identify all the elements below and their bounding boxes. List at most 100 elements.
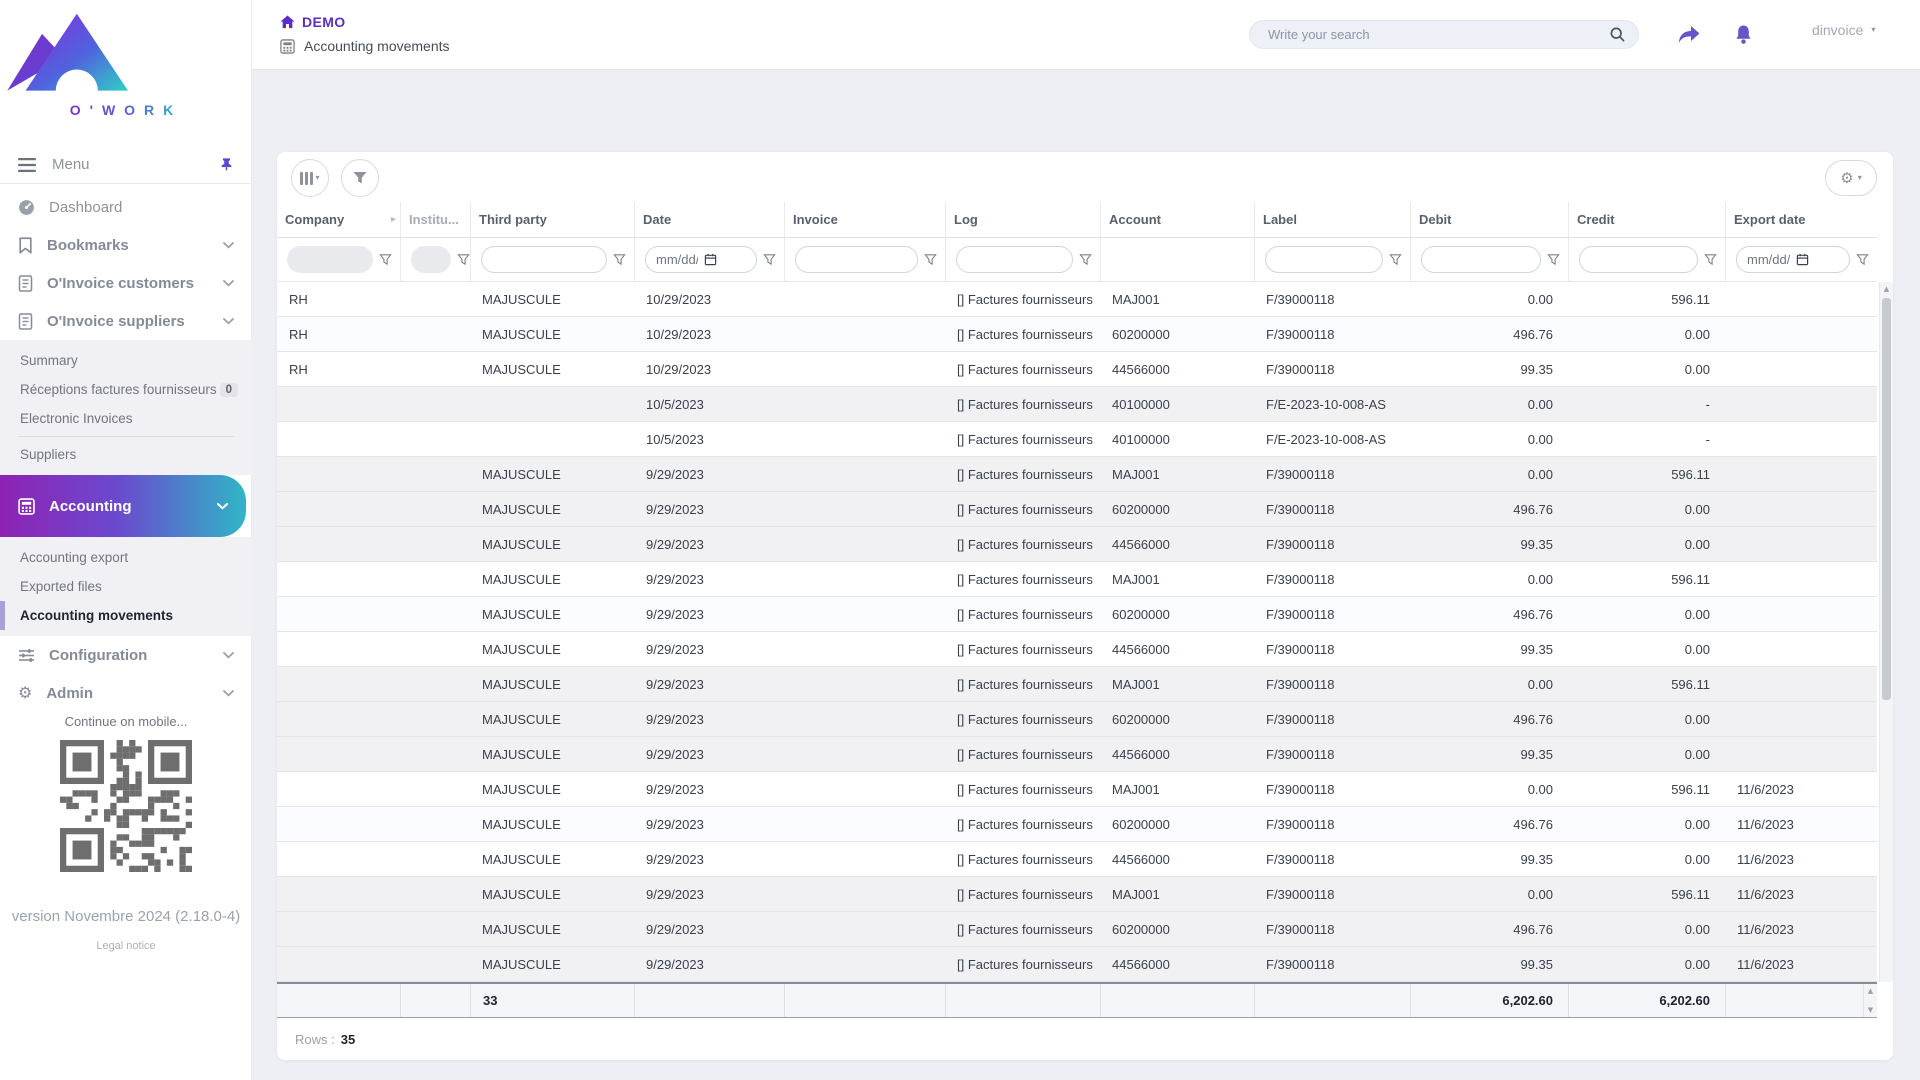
col-header-export-date[interactable]: Export date (1725, 202, 1877, 237)
table-row[interactable]: MAJUSCULE 9/29/2023 [] Factures fourniss… (277, 772, 1877, 807)
table-row[interactable]: MAJUSCULE 9/29/2023 [] Factures fourniss… (277, 877, 1877, 912)
col-header-log[interactable]: Log (945, 202, 1100, 237)
sidebar-item-suppliers[interactable]: Suppliers (0, 440, 252, 469)
table-row[interactable]: MAJUSCULE 9/29/2023 [] Factures fourniss… (277, 457, 1877, 492)
table-row[interactable]: MAJUSCULE 9/29/2023 [] Factures fourniss… (277, 632, 1877, 667)
label-filter-input[interactable] (1276, 252, 1372, 267)
brand-name: O'WORK (70, 102, 183, 118)
calendar-icon[interactable] (1796, 253, 1839, 266)
funnel-icon[interactable] (763, 253, 776, 266)
search-input[interactable] (1268, 27, 1609, 42)
sidebar-item-receptions[interactable]: Réceptions factures fournisseurs 0 (0, 375, 252, 404)
table-row[interactable]: RH MAJUSCULE 10/29/2023 [] Factures four… (277, 352, 1877, 387)
cell-company (277, 387, 400, 421)
table-row[interactable]: MAJUSCULE 9/29/2023 [] Factures fourniss… (277, 842, 1877, 877)
table-row[interactable]: MAJUSCULE 9/29/2023 [] Factures fourniss… (277, 597, 1877, 632)
notifications-button[interactable] (1726, 18, 1760, 52)
scroll-up-icon[interactable]: ▲ (1864, 987, 1877, 995)
search-icon[interactable] (1609, 26, 1626, 43)
funnel-icon[interactable] (457, 253, 470, 266)
legal-notice-link[interactable]: Legal notice (0, 940, 252, 952)
debit-filter-input[interactable] (1432, 252, 1530, 267)
home-link[interactable]: DEMO (280, 12, 450, 32)
table-settings-button[interactable]: ⚙ ▾ (1825, 160, 1877, 196)
cell-export-date (1725, 352, 1877, 386)
table-row[interactable]: MAJUSCULE 9/29/2023 [] Factures fourniss… (277, 667, 1877, 702)
chevron-down-icon (223, 318, 234, 325)
col-header-date[interactable]: Date (634, 202, 784, 237)
sidebar-item-summary[interactable]: Summary (0, 346, 252, 375)
scrollbar-thumb[interactable] (1882, 298, 1891, 700)
sidebar-item-exported-files[interactable]: Exported files (0, 572, 252, 601)
table-row[interactable]: MAJUSCULE 9/29/2023 [] Factures fourniss… (277, 562, 1877, 597)
sidebar-item-admin[interactable]: ⚙ Admin (0, 674, 252, 712)
cell-invoice (784, 667, 945, 701)
table-row[interactable]: 10/5/2023 [] Factures fournisseurs 40100… (277, 422, 1877, 457)
funnel-icon[interactable] (1547, 253, 1560, 266)
col-header-label[interactable]: Label (1254, 202, 1410, 237)
footer-scrollbar[interactable]: ▲ ▼ (1863, 984, 1877, 1017)
sliders-icon (18, 648, 35, 663)
sidebar-item-dashboard[interactable]: Dashboard (0, 188, 252, 226)
funnel-icon[interactable] (1704, 253, 1717, 266)
table-row[interactable]: MAJUSCULE 9/29/2023 [] Factures fourniss… (277, 737, 1877, 772)
col-header-company[interactable]: Company ▸ (277, 202, 400, 237)
table-row[interactable]: MAJUSCULE 9/29/2023 [] Factures fourniss… (277, 527, 1877, 562)
vertical-scrollbar[interactable]: ▲ (1879, 282, 1893, 982)
cell-invoice (784, 772, 945, 806)
menu-toggle[interactable]: Menu (0, 146, 252, 184)
sidebar-item-oinvoice-customers[interactable]: O'Invoice customers (0, 264, 252, 302)
third-party-filter-input[interactable] (492, 252, 596, 267)
funnel-icon[interactable] (1389, 253, 1402, 266)
pin-icon[interactable] (219, 157, 234, 172)
table-row[interactable]: MAJUSCULE 9/29/2023 [] Factures fourniss… (277, 492, 1877, 527)
cell-account: MAJ001 (1100, 877, 1254, 911)
date-filter-input[interactable]: mm/dd/yyyy (645, 246, 757, 273)
funnel-icon[interactable] (1079, 253, 1092, 266)
table-row[interactable]: MAJUSCULE 9/29/2023 [] Factures fourniss… (277, 947, 1877, 982)
invoice-filter-input[interactable] (806, 252, 907, 267)
funnel-icon[interactable] (613, 253, 626, 266)
cell-account: MAJ001 (1100, 562, 1254, 596)
log-filter-input[interactable] (967, 252, 1062, 267)
expand-arrow-icon[interactable]: ▸ (391, 214, 396, 225)
sidebar-item-oinvoice-suppliers[interactable]: O'Invoice suppliers (0, 302, 252, 340)
sidebar-item-configuration[interactable]: Configuration (0, 636, 252, 674)
cell-invoice (784, 877, 945, 911)
user-menu[interactable]: dinvoice ▾ (1812, 22, 1875, 38)
table-row[interactable]: MAJUSCULE 9/29/2023 [] Factures fourniss… (277, 912, 1877, 947)
calendar-icon[interactable] (704, 253, 746, 266)
col-header-debit[interactable]: Debit (1410, 202, 1568, 237)
sidebar-item-accounting-movements[interactable]: Accounting movements (0, 601, 252, 630)
scroll-up-icon[interactable]: ▲ (1880, 285, 1893, 293)
dashboard-icon (18, 199, 35, 216)
credit-filter-input[interactable] (1590, 252, 1687, 267)
cell-credit: 596.11 (1568, 282, 1725, 316)
sidebar-item-electronic-invoices[interactable]: Electronic Invoices (0, 404, 252, 433)
col-header-invoice[interactable]: Invoice (784, 202, 945, 237)
export-date-filter-input[interactable]: mm/dd/yyyy (1736, 246, 1850, 273)
sidebar-item-bookmarks[interactable]: Bookmarks (0, 226, 252, 264)
table-row[interactable]: MAJUSCULE 9/29/2023 [] Factures fourniss… (277, 807, 1877, 842)
cell-label: F/E-2023-10-008-AS (1254, 387, 1410, 421)
columns-button[interactable]: ▾ (291, 159, 329, 197)
logo[interactable]: O'WORK (0, 8, 252, 120)
filter-button[interactable] (341, 159, 379, 197)
cell-date: 9/29/2023 (634, 457, 784, 491)
table-row[interactable]: MAJUSCULE 9/29/2023 [] Factures fourniss… (277, 702, 1877, 737)
table-row[interactable]: 10/5/2023 [] Factures fournisseurs 40100… (277, 387, 1877, 422)
sidebar-item-accounting[interactable]: Accounting (0, 475, 246, 537)
cell-third-party: MAJUSCULE (470, 702, 634, 736)
col-header-account[interactable]: Account (1100, 202, 1254, 237)
funnel-icon[interactable] (924, 253, 937, 266)
scroll-down-icon[interactable]: ▼ (1864, 1006, 1877, 1014)
sidebar-item-accounting-export[interactable]: Accounting export (0, 543, 252, 572)
share-button[interactable] (1672, 18, 1706, 52)
table-row[interactable]: RH MAJUSCULE 10/29/2023 [] Factures four… (277, 282, 1877, 317)
funnel-icon[interactable] (1856, 253, 1869, 266)
col-header-institution[interactable]: Institu... (400, 202, 470, 237)
col-header-third-party[interactable]: Third party (470, 202, 634, 237)
funnel-icon[interactable] (379, 253, 392, 266)
col-header-credit[interactable]: Credit (1568, 202, 1725, 237)
table-row[interactable]: RH MAJUSCULE 10/29/2023 [] Factures four… (277, 317, 1877, 352)
